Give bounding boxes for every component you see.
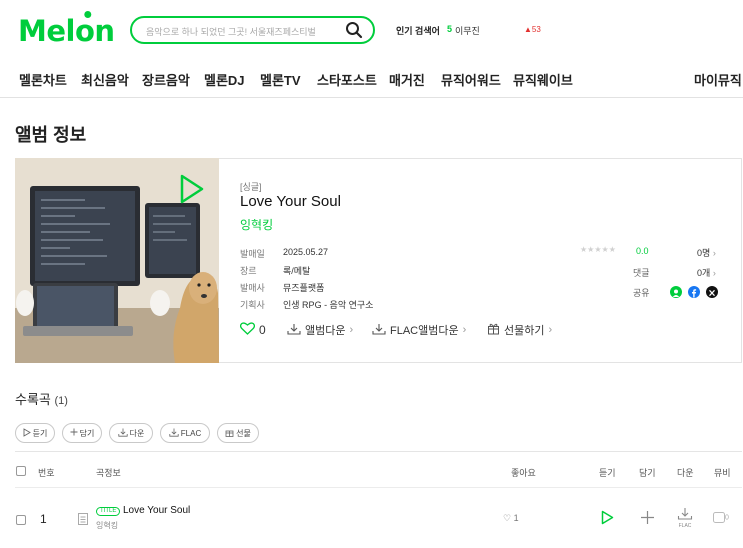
plus-icon — [70, 428, 78, 438]
col-mv: 뮤비 — [714, 468, 731, 478]
col-play: 듣기 — [599, 468, 616, 478]
hot-keyword-label: 인기 검색어 — [396, 26, 440, 36]
nav-item-chart[interactable]: 멜론차트 — [19, 70, 67, 89]
add-selected-label: 담기 — [79, 428, 95, 438]
flac-selected-label: FLAC — [180, 428, 202, 438]
meta-key-date: 발매일 — [240, 249, 265, 259]
nav-item-new[interactable]: 최신음악 — [81, 70, 129, 89]
play-selected-label: 듣기 — [32, 428, 48, 438]
track-mv-count: 0 — [725, 514, 729, 522]
gift-label: 선물하기 — [504, 325, 545, 337]
album-type: [싱글] — [240, 182, 262, 192]
nav-item-mymusic[interactable]: 마이뮤직 — [694, 70, 742, 89]
download-selected-label: 다운 — [129, 428, 145, 438]
hot-keyword[interactable]: 이무진 — [455, 24, 480, 37]
main-navigation: 멜론차트 최신음악 장르음악 멜론DJ 멜론TV 스타포스트 매거진 뮤직어워드… — [0, 64, 743, 98]
search-icon[interactable] — [345, 21, 363, 44]
page-title: 앨범 정보 — [15, 125, 87, 145]
album-download-button[interactable]: 앨범다운 › — [287, 322, 353, 338]
song-title[interactable]: Love Your Soul — [123, 505, 190, 516]
add-selected-button[interactable]: 담기 — [62, 423, 102, 443]
play-selected-button[interactable]: 듣기 — [15, 423, 55, 443]
nav-item-tv[interactable]: 멜론TV — [260, 70, 301, 89]
mv-icon — [713, 512, 725, 523]
like-count: 0 — [259, 323, 266, 337]
title-track-badge: TITLE — [96, 507, 121, 516]
song-artist[interactable]: 잉혁킹 — [96, 520, 118, 531]
heart-icon: ♡ — [503, 513, 512, 523]
rating-stars-icon: ★★★★★ — [580, 245, 616, 254]
gift-icon — [487, 322, 500, 338]
meta-key-publisher: 발매사 — [240, 283, 265, 293]
track-checkbox[interactable] — [16, 515, 26, 525]
song-info-icon[interactable] — [78, 512, 88, 530]
share-label: 공유 — [633, 288, 650, 298]
track-mv-button[interactable]: 0 — [713, 512, 729, 523]
nav-item-award[interactable]: 뮤직어워드 — [441, 70, 501, 89]
col-number: 번호 — [38, 468, 55, 478]
download-icon — [169, 428, 179, 439]
track-flac-label: FLAC — [678, 523, 692, 529]
download-icon — [372, 323, 386, 338]
gift-selected-label: 선물 — [236, 428, 251, 438]
melon-logo[interactable]: Melon — [18, 14, 115, 48]
col-song-info: 곡정보 — [96, 468, 121, 478]
gift-button[interactable]: 선물하기 › — [487, 322, 552, 338]
facebook-icon[interactable] — [688, 286, 700, 298]
meta-key-genre: 장르 — [240, 266, 257, 276]
chevron-right-icon: › — [548, 324, 553, 336]
like-button[interactable]: 0 — [239, 322, 266, 338]
meta-value-genre: 록/메탈 — [283, 266, 311, 276]
nav-item-magazine[interactable]: 매거진 — [389, 70, 425, 89]
hot-keyword-rank: 5 — [447, 24, 453, 34]
nav-item-dj[interactable]: 멜론DJ — [204, 70, 245, 89]
col-download: 다운 — [677, 468, 694, 478]
search-box[interactable]: 음악으로 하나 되었던 그곳! 서울재즈페스티벌 — [130, 16, 375, 44]
download-icon — [287, 323, 301, 338]
album-artist[interactable]: 잉혁킹 — [240, 216, 273, 233]
chevron-right-icon: › — [349, 324, 354, 336]
album-download-label: 앨범다운 — [305, 325, 346, 337]
track-add-icon[interactable] — [640, 510, 655, 530]
meta-key-agency: 기획사 — [240, 300, 265, 310]
melon-share-icon[interactable] — [670, 286, 682, 298]
search-input[interactable]: 음악으로 하나 되었던 그곳! 서울재즈페스티벌 — [146, 25, 316, 38]
chevron-right-icon: › — [462, 324, 467, 336]
album-title: Love Your Soul — [240, 193, 341, 210]
meta-value-date: 2025.05.27 — [283, 247, 329, 257]
gift-selected-button[interactable]: 선물 — [217, 423, 259, 443]
track-play-icon[interactable] — [601, 510, 614, 530]
download-icon — [677, 507, 693, 524]
nav-item-genre[interactable]: 장르음악 — [142, 70, 190, 89]
rating-value: 0.0 — [636, 246, 649, 256]
comment-count[interactable]: 0개 › — [697, 266, 716, 279]
tracklist-header: 번호 곡정보 좋아요 듣기 담기 다운 뮤비 — [15, 451, 742, 488]
heart-icon — [239, 322, 256, 338]
download-icon — [118, 428, 128, 439]
gift-icon — [225, 428, 234, 439]
flac-download-label: FLAC앨범다운 — [390, 325, 459, 337]
cover-play-icon[interactable] — [179, 173, 205, 210]
track-download-button[interactable]: FLAC — [677, 507, 693, 529]
rating-count[interactable]: 0명 › — [697, 246, 716, 259]
x-twitter-icon[interactable] — [706, 286, 718, 298]
meta-value-publisher: 뮤즈플랫폼 — [283, 283, 325, 293]
select-all-checkbox[interactable] — [16, 466, 26, 476]
track-like-button[interactable]: ♡ 1 — [503, 513, 519, 524]
flac-selected-button[interactable]: FLAC — [160, 423, 210, 443]
nav-item-wave[interactable]: 뮤직웨이브 — [513, 70, 573, 89]
col-add: 담기 — [639, 468, 656, 478]
track-number: 1 — [40, 512, 47, 526]
tracklist-title: 수록곡 (1) — [15, 392, 68, 407]
hot-keyword-change: ▲53 — [524, 25, 541, 34]
nav-item-starpost[interactable]: 스타포스트 — [317, 70, 377, 89]
col-likes: 좋아요 — [511, 468, 536, 478]
album-cover[interactable] — [15, 158, 219, 363]
comment-label: 댓글 — [633, 268, 650, 278]
flac-download-button[interactable]: FLAC앨범다운 › — [372, 322, 466, 338]
download-selected-button[interactable]: 다운 — [109, 423, 153, 443]
track-like-count: 1 — [513, 513, 519, 523]
play-icon — [23, 427, 31, 439]
meta-value-agency: 인생 RPG - 음악 연구소 — [283, 300, 374, 310]
